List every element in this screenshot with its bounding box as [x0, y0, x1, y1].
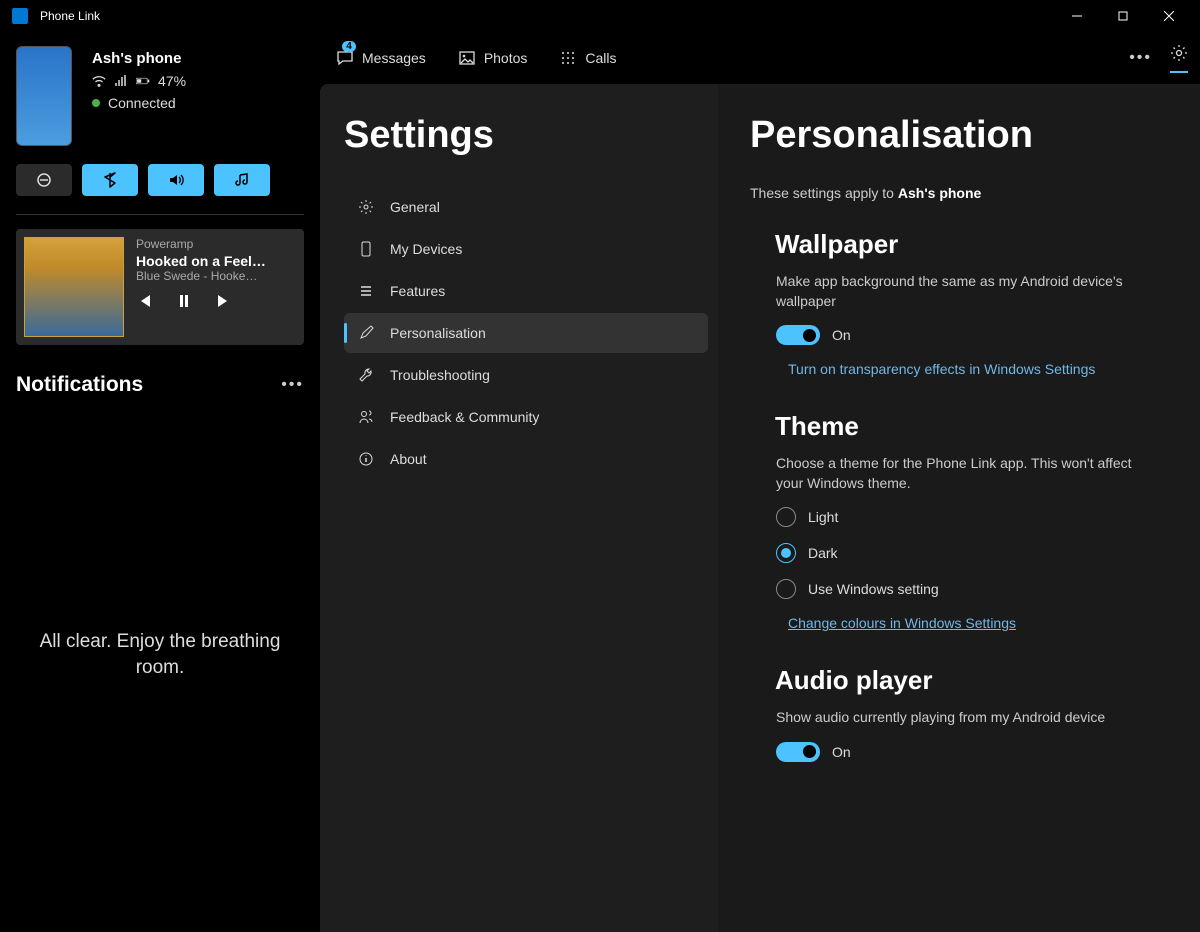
phone-icon: [358, 241, 374, 257]
nav-label: Personalisation: [390, 325, 486, 341]
app-icon: [12, 8, 28, 24]
phone-thumbnail[interactable]: [16, 46, 72, 146]
minimize-button[interactable]: [1054, 0, 1100, 32]
top-tabs: 4 Messages Photos Calls •••: [320, 32, 1200, 84]
album-art: [24, 237, 124, 337]
apply-to-text: These settings apply to Ash's phone: [750, 185, 1164, 201]
volume-button[interactable]: [148, 164, 204, 196]
theme-dark-label: Dark: [808, 545, 838, 561]
app-title: Phone Link: [40, 9, 1054, 23]
connection-status: Connected: [108, 95, 176, 111]
nav-troubleshooting[interactable]: Troubleshooting: [344, 355, 708, 395]
nav-about[interactable]: About: [344, 439, 708, 479]
bluetooth-button[interactable]: [82, 164, 138, 196]
nav-label: Features: [390, 283, 445, 299]
notifications-heading: Notifications: [16, 373, 143, 397]
battery-level: 47%: [158, 73, 186, 89]
nav-feedback[interactable]: Feedback & Community: [344, 397, 708, 437]
media-track-title: Hooked on a Feel…: [136, 253, 296, 269]
audio-desc: Show audio currently playing from my And…: [776, 708, 1136, 728]
nav-my-devices[interactable]: My Devices: [344, 229, 708, 269]
dnd-button[interactable]: [16, 164, 72, 196]
nav-label: Troubleshooting: [390, 367, 490, 383]
wallpaper-toggle[interactable]: [776, 325, 820, 345]
info-icon: [358, 451, 374, 467]
close-button[interactable]: [1146, 0, 1192, 32]
photos-icon: [458, 49, 476, 67]
status-dot: [92, 99, 100, 107]
theme-radio-dark[interactable]: [776, 543, 796, 563]
theme-light-label: Light: [808, 509, 838, 525]
colours-link[interactable]: Change colours in Windows Settings: [788, 615, 1016, 631]
theme-section: Theme Choose a theme for the Phone Link …: [750, 411, 1164, 633]
battery-icon: [136, 75, 150, 87]
notifications-empty-text: All clear. Enjoy the breathing room.: [16, 629, 304, 680]
tab-label: Calls: [585, 50, 616, 66]
signal-icon: [114, 75, 128, 87]
nav-features[interactable]: Features: [344, 271, 708, 311]
gear-icon: [1170, 44, 1188, 62]
settings-body: Personalisation These settings apply to …: [718, 84, 1200, 932]
transparency-link[interactable]: Turn on transparency effects in Windows …: [788, 361, 1095, 377]
maximize-button[interactable]: [1100, 0, 1146, 32]
music-button[interactable]: [214, 164, 270, 196]
tab-photos[interactable]: Photos: [454, 43, 532, 73]
messages-badge: 4: [342, 41, 356, 52]
people-icon: [358, 409, 374, 425]
media-app-name: Poweramp: [136, 237, 296, 251]
tab-calls[interactable]: Calls: [555, 43, 620, 73]
nav-label: My Devices: [390, 241, 462, 257]
divider: [16, 214, 304, 215]
audio-toggle-state: On: [832, 744, 851, 760]
media-card[interactable]: Poweramp Hooked on a Feel… Blue Swede - …: [16, 229, 304, 345]
notifications-more-button[interactable]: •••: [281, 376, 304, 394]
list-icon: [358, 283, 374, 299]
settings-nav: Settings General My Devices Features Per…: [320, 84, 718, 932]
audio-toggle[interactable]: [776, 742, 820, 762]
wallpaper-desc: Make app background the same as my Andro…: [776, 272, 1136, 311]
audio-heading: Audio player: [775, 665, 1164, 696]
tab-label: Messages: [362, 50, 426, 66]
tab-label: Photos: [484, 50, 528, 66]
phone-status-icons: 47%: [92, 73, 186, 89]
nav-label: Feedback & Community: [390, 409, 539, 425]
settings-button[interactable]: [1170, 44, 1188, 73]
tab-messages[interactable]: 4 Messages: [332, 43, 430, 73]
nav-personalisation[interactable]: Personalisation: [344, 313, 708, 353]
next-track-button[interactable]: [216, 293, 232, 309]
theme-desc: Choose a theme for the Phone Link app. T…: [776, 454, 1136, 493]
sidebar: Ash's phone 47% Connected: [0, 32, 320, 932]
titlebar: Phone Link: [0, 0, 1200, 32]
nav-label: About: [390, 451, 427, 467]
phone-name: Ash's phone: [92, 50, 186, 67]
theme-radio-light[interactable]: [776, 507, 796, 527]
wifi-icon: [92, 75, 106, 87]
media-artist: Blue Swede - Hooke…: [136, 269, 296, 283]
settings-title: Settings: [344, 114, 708, 157]
gear-icon: [358, 199, 374, 215]
calls-icon: [559, 49, 577, 67]
audio-section: Audio player Show audio currently playin…: [750, 665, 1164, 762]
theme-radio-windows[interactable]: [776, 579, 796, 599]
page-title: Personalisation: [750, 114, 1164, 157]
brush-icon: [358, 325, 374, 341]
more-button[interactable]: •••: [1129, 49, 1152, 67]
nav-label: General: [390, 199, 440, 215]
wallpaper-section: Wallpaper Make app background the same a…: [750, 229, 1164, 379]
wallpaper-toggle-state: On: [832, 327, 851, 343]
nav-general[interactable]: General: [344, 187, 708, 227]
previous-track-button[interactable]: [136, 293, 152, 309]
wallpaper-heading: Wallpaper: [775, 229, 1164, 260]
theme-heading: Theme: [775, 411, 1164, 442]
theme-windows-label: Use Windows setting: [808, 581, 939, 597]
pause-button[interactable]: [176, 293, 192, 309]
wrench-icon: [358, 367, 374, 383]
